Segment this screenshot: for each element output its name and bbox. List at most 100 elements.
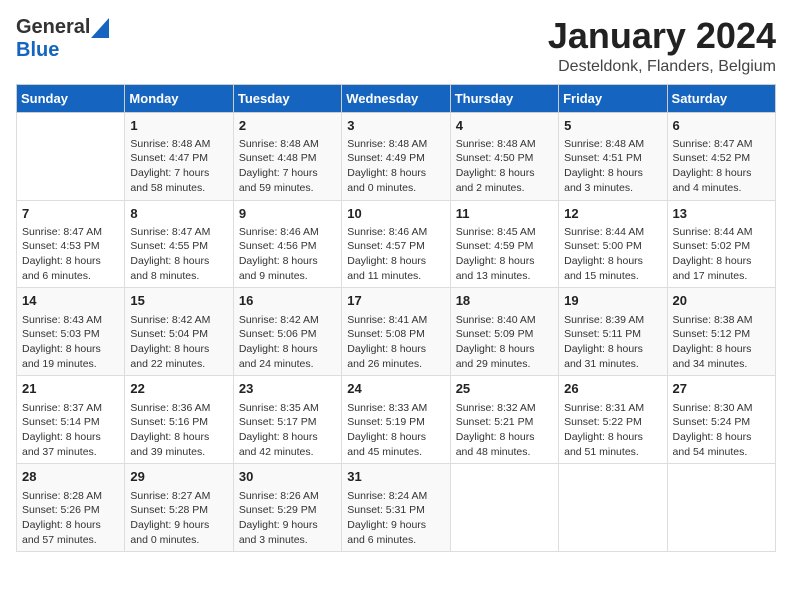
day-info: Sunrise: 8:37 AM Sunset: 5:14 PM Dayligh… (22, 401, 119, 460)
day-number: 30 (239, 468, 336, 486)
column-header-wednesday: Wednesday (342, 84, 450, 112)
day-info: Sunrise: 8:33 AM Sunset: 5:19 PM Dayligh… (347, 401, 444, 460)
day-info: Sunrise: 8:27 AM Sunset: 5:28 PM Dayligh… (130, 489, 227, 548)
week-row-1: 1Sunrise: 8:48 AM Sunset: 4:47 PM Daylig… (17, 112, 776, 200)
day-cell: 21 Sunrise: 8:37 AM Sunset: 5:14 PM Dayli… (17, 376, 125, 464)
day-info: Sunrise: 8:41 AM Sunset: 5:08 PM Dayligh… (347, 313, 444, 372)
day-cell: 24Sunrise: 8:33 AM Sunset: 5:19 PM Dayli… (342, 376, 450, 464)
day-info: Sunrise: 8:48 AM Sunset: 4:47 PM Dayligh… (130, 137, 227, 196)
day-number: 5 (564, 117, 661, 135)
day-info: Sunrise: 8:48 AM Sunset: 4:50 PM Dayligh… (456, 137, 553, 196)
day-cell (450, 464, 558, 552)
day-info: Sunrise: 8:24 AM Sunset: 5:31 PM Dayligh… (347, 489, 444, 548)
day-info: Sunrise: 8:39 AM Sunset: 5:11 PM Dayligh… (564, 313, 661, 372)
day-cell: 26 Sunrise: 8:31 AM Sunset: 5:22 PM Dayli… (559, 376, 667, 464)
day-cell: 29 Sunrise: 8:27 AM Sunset: 5:28 PM Dayli… (125, 464, 233, 552)
day-info: Sunrise: 8:40 AM Sunset: 5:09 PM Dayligh… (456, 313, 553, 372)
day-info: Sunrise: 8:47 AM Sunset: 4:53 PM Dayligh… (22, 225, 119, 284)
day-cell: 8 Sunrise: 8:47 AM Sunset: 4:55 PM Daylig… (125, 200, 233, 288)
title-block: January 2024 Desteldonk, Flanders, Belgi… (548, 16, 776, 76)
day-number: 16 (239, 292, 336, 310)
calendar-table: SundayMondayTuesdayWednesdayThursdayFrid… (16, 84, 776, 553)
day-number: 10 (347, 205, 444, 223)
day-number: 21 (22, 380, 119, 398)
day-number: 19 (564, 292, 661, 310)
day-cell: 23 Sunrise: 8:35 AM Sunset: 5:17 PM Dayli… (233, 376, 341, 464)
week-row-5: 28Sunrise: 8:28 AM Sunset: 5:26 PM Dayli… (17, 464, 776, 552)
logo-triangle-icon (91, 18, 109, 38)
column-header-saturday: Saturday (667, 84, 775, 112)
day-info: Sunrise: 8:38 AM Sunset: 5:12 PM Dayligh… (673, 313, 770, 372)
day-cell: 7 Sunrise: 8:47 AM Sunset: 4:53 PM Daylig… (17, 200, 125, 288)
day-info: Sunrise: 8:35 AM Sunset: 5:17 PM Dayligh… (239, 401, 336, 460)
day-info: Sunrise: 8:46 AM Sunset: 4:56 PM Dayligh… (239, 225, 336, 284)
day-cell: 9 Sunrise: 8:46 AM Sunset: 4:56 PM Daylig… (233, 200, 341, 288)
day-cell: 14Sunrise: 8:43 AM Sunset: 5:03 PM Dayli… (17, 288, 125, 376)
day-number: 6 (673, 117, 770, 135)
day-number: 2 (239, 117, 336, 135)
day-number: 29 (130, 468, 227, 486)
day-cell: 6 Sunrise: 8:47 AM Sunset: 4:52 PM Daylig… (667, 112, 775, 200)
day-number: 18 (456, 292, 553, 310)
day-number: 22 (130, 380, 227, 398)
day-number: 8 (130, 205, 227, 223)
day-number: 31 (347, 468, 444, 486)
day-info: Sunrise: 8:48 AM Sunset: 4:48 PM Dayligh… (239, 137, 336, 196)
day-info: Sunrise: 8:43 AM Sunset: 5:03 PM Dayligh… (22, 313, 119, 372)
calendar-title: January 2024 (548, 16, 776, 56)
day-cell: 5Sunrise: 8:48 AM Sunset: 4:51 PM Daylig… (559, 112, 667, 200)
day-info: Sunrise: 8:44 AM Sunset: 5:02 PM Dayligh… (673, 225, 770, 284)
day-cell: 27 Sunrise: 8:30 AM Sunset: 5:24 PM Dayli… (667, 376, 775, 464)
day-info: Sunrise: 8:26 AM Sunset: 5:29 PM Dayligh… (239, 489, 336, 548)
day-number: 26 (564, 380, 661, 398)
day-cell: 15 Sunrise: 8:42 AM Sunset: 5:04 PM Dayli… (125, 288, 233, 376)
day-cell: 11Sunrise: 8:45 AM Sunset: 4:59 PM Dayli… (450, 200, 558, 288)
day-number: 23 (239, 380, 336, 398)
day-cell: 3Sunrise: 8:48 AM Sunset: 4:49 PM Daylig… (342, 112, 450, 200)
day-info: Sunrise: 8:47 AM Sunset: 4:55 PM Dayligh… (130, 225, 227, 284)
day-number: 27 (673, 380, 770, 398)
day-number: 11 (456, 205, 553, 223)
week-row-4: 21 Sunrise: 8:37 AM Sunset: 5:14 PM Dayli… (17, 376, 776, 464)
day-cell: 10 Sunrise: 8:46 AM Sunset: 4:57 PM Dayli… (342, 200, 450, 288)
day-info: Sunrise: 8:42 AM Sunset: 5:06 PM Dayligh… (239, 313, 336, 372)
day-cell: 13 Sunrise: 8:44 AM Sunset: 5:02 PM Dayli… (667, 200, 775, 288)
column-header-thursday: Thursday (450, 84, 558, 112)
day-info: Sunrise: 8:42 AM Sunset: 5:04 PM Dayligh… (130, 313, 227, 372)
day-cell: 16 Sunrise: 8:42 AM Sunset: 5:06 PM Dayli… (233, 288, 341, 376)
day-cell: 30 Sunrise: 8:26 AM Sunset: 5:29 PM Dayli… (233, 464, 341, 552)
day-info: Sunrise: 8:30 AM Sunset: 5:24 PM Dayligh… (673, 401, 770, 460)
day-number: 12 (564, 205, 661, 223)
day-info: Sunrise: 8:31 AM Sunset: 5:22 PM Dayligh… (564, 401, 661, 460)
logo-general-text: General (16, 16, 90, 39)
week-row-2: 7 Sunrise: 8:47 AM Sunset: 4:53 PM Daylig… (17, 200, 776, 288)
header-row: SundayMondayTuesdayWednesdayThursdayFrid… (17, 84, 776, 112)
day-cell: 17Sunrise: 8:41 AM Sunset: 5:08 PM Dayli… (342, 288, 450, 376)
column-header-monday: Monday (125, 84, 233, 112)
day-number: 13 (673, 205, 770, 223)
logo: General Blue (16, 16, 110, 62)
day-cell: 20 Sunrise: 8:38 AM Sunset: 5:12 PM Dayli… (667, 288, 775, 376)
day-cell: 18 Sunrise: 8:40 AM Sunset: 5:09 PM Dayli… (450, 288, 558, 376)
day-cell: 31 Sunrise: 8:24 AM Sunset: 5:31 PM Dayli… (342, 464, 450, 552)
column-header-tuesday: Tuesday (233, 84, 341, 112)
day-cell: 25Sunrise: 8:32 AM Sunset: 5:21 PM Dayli… (450, 376, 558, 464)
day-cell (667, 464, 775, 552)
day-number: 4 (456, 117, 553, 135)
day-info: Sunrise: 8:48 AM Sunset: 4:49 PM Dayligh… (347, 137, 444, 196)
day-cell: 4 Sunrise: 8:48 AM Sunset: 4:50 PM Daylig… (450, 112, 558, 200)
day-cell: 12Sunrise: 8:44 AM Sunset: 5:00 PM Dayli… (559, 200, 667, 288)
week-row-3: 14Sunrise: 8:43 AM Sunset: 5:03 PM Dayli… (17, 288, 776, 376)
day-cell: 19 Sunrise: 8:39 AM Sunset: 5:11 PM Dayli… (559, 288, 667, 376)
day-info: Sunrise: 8:46 AM Sunset: 4:57 PM Dayligh… (347, 225, 444, 284)
day-info: Sunrise: 8:28 AM Sunset: 5:26 PM Dayligh… (22, 489, 119, 548)
day-number: 7 (22, 205, 119, 223)
day-number: 15 (130, 292, 227, 310)
day-number: 20 (673, 292, 770, 310)
day-number: 9 (239, 205, 336, 223)
day-cell: 28Sunrise: 8:28 AM Sunset: 5:26 PM Dayli… (17, 464, 125, 552)
day-info: Sunrise: 8:47 AM Sunset: 4:52 PM Dayligh… (673, 137, 770, 196)
day-info: Sunrise: 8:36 AM Sunset: 5:16 PM Dayligh… (130, 401, 227, 460)
day-number: 25 (456, 380, 553, 398)
logo-blue-text: Blue (16, 39, 59, 61)
